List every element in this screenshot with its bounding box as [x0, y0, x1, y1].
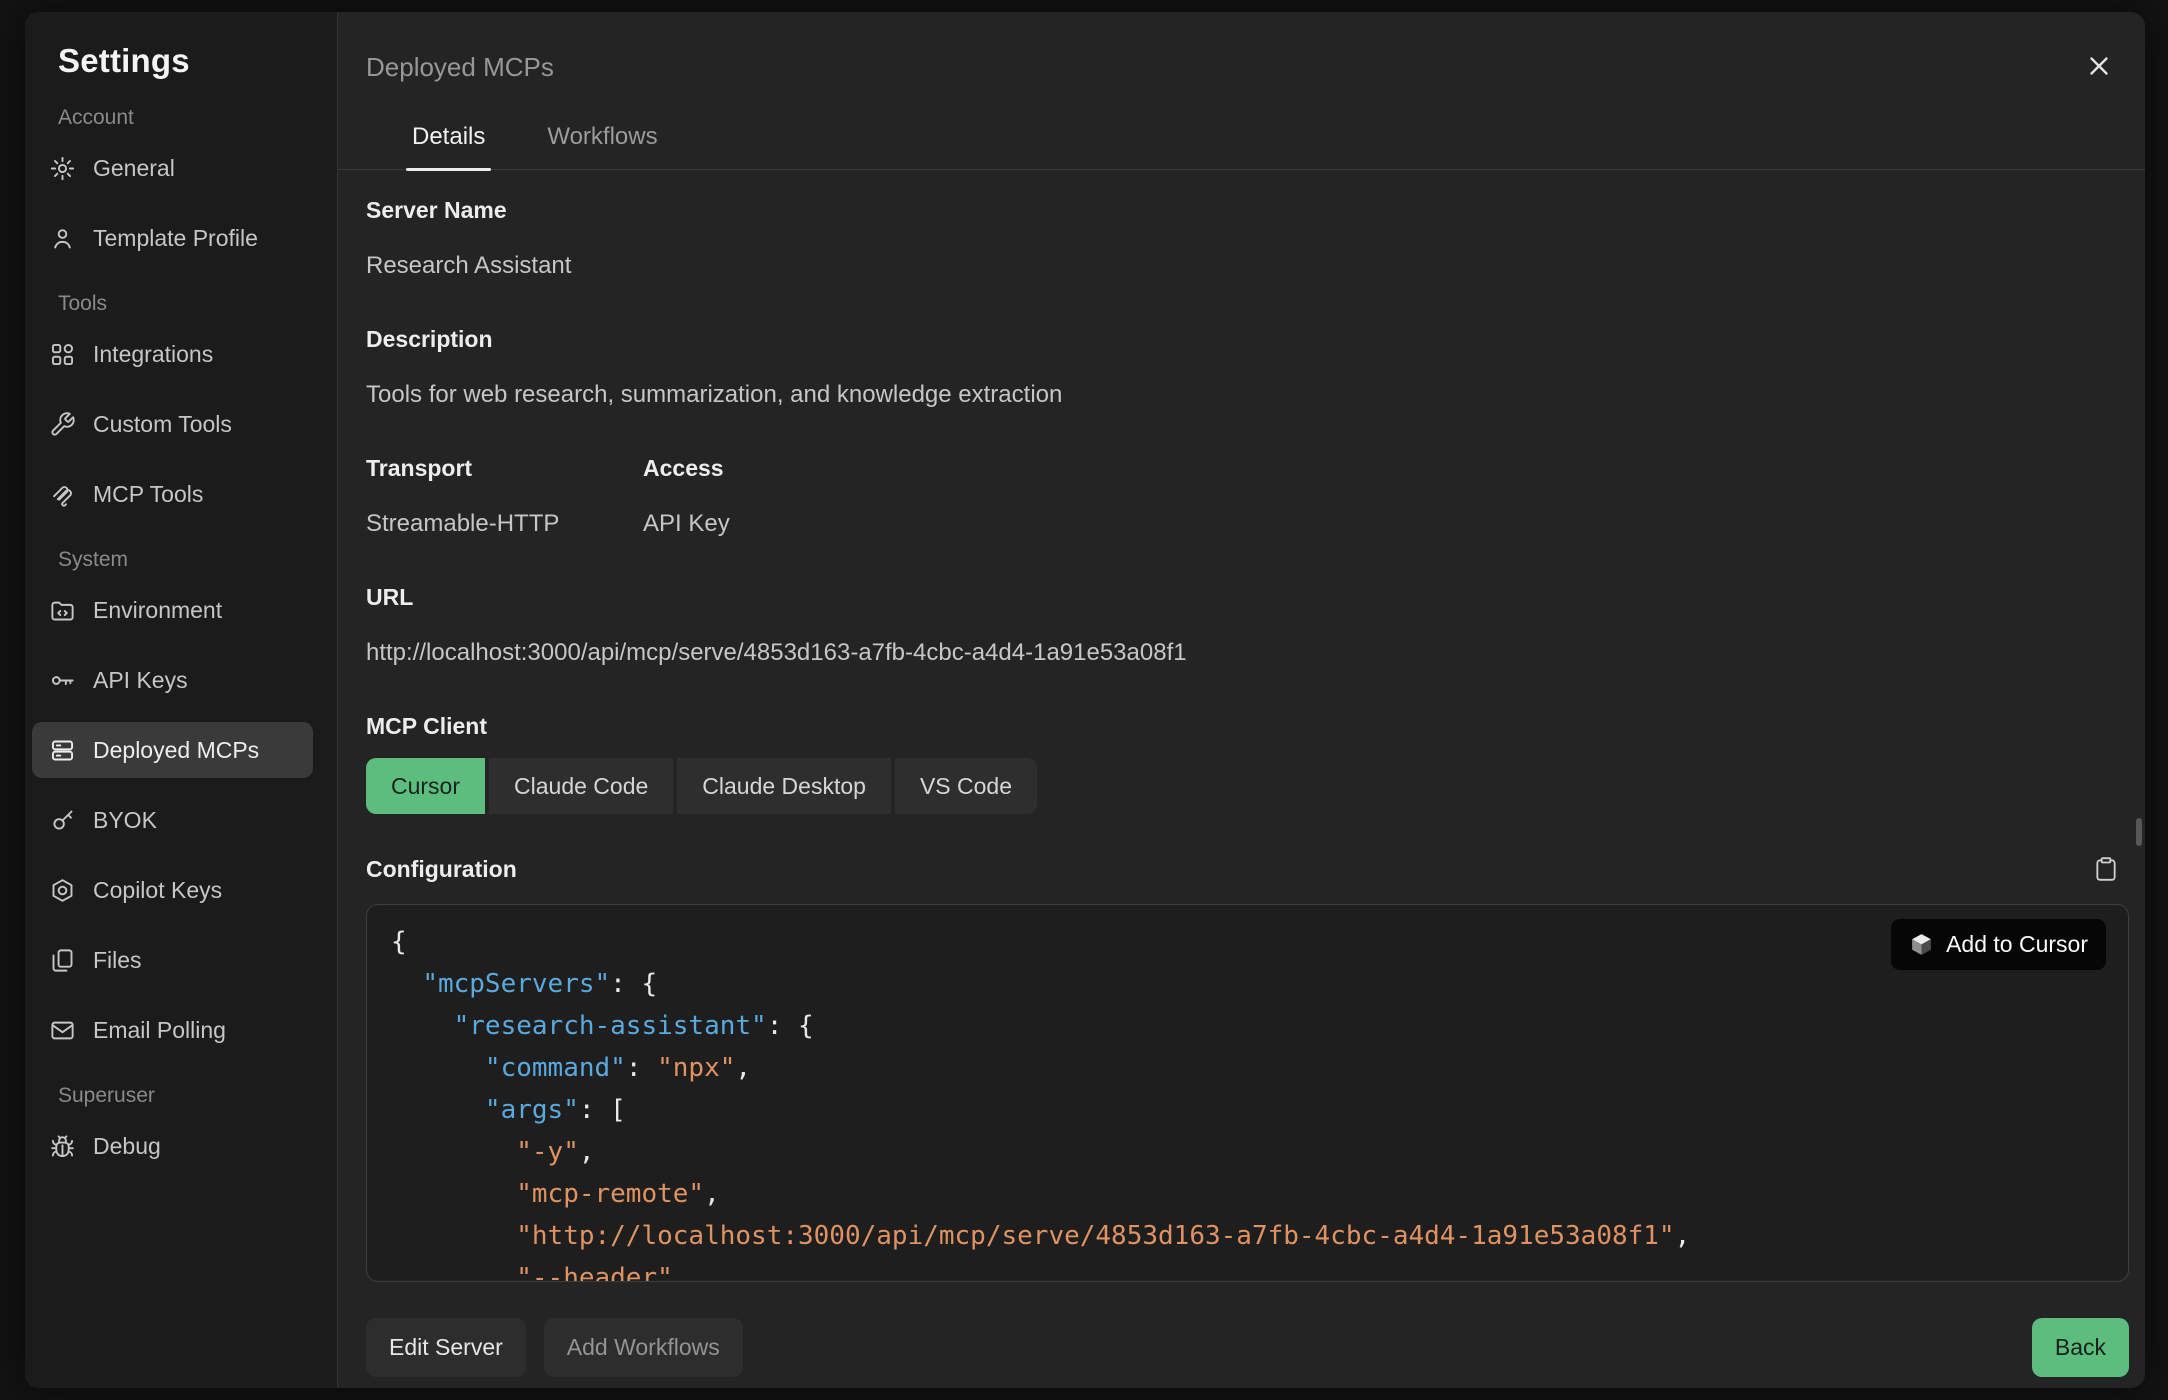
- client-button-claude-desktop[interactable]: Claude Desktop: [677, 758, 891, 814]
- access-label: Access: [643, 454, 730, 482]
- sidebar-item-general[interactable]: General: [32, 140, 313, 196]
- sidebar-item-mcp-tools[interactable]: MCP Tools: [32, 466, 313, 522]
- sidebar-item-label: Copilot Keys: [93, 877, 222, 904]
- sidebar-item-label: Email Polling: [93, 1017, 226, 1044]
- add-to-cursor-label: Add to Cursor: [1946, 931, 2088, 958]
- tab-bar: Details Workflows: [338, 123, 2145, 170]
- sidebar-item-email-polling[interactable]: Email Polling: [32, 1002, 313, 1058]
- access-value: API Key: [643, 510, 730, 538]
- user-icon: [49, 225, 76, 252]
- footer-actions: Edit Server Add Workflows Back: [366, 1318, 2129, 1377]
- sidebar-item-deployed-mcps[interactable]: Deployed MCPs: [32, 722, 313, 778]
- details-content: Server Name Research Assistant Descripti…: [366, 196, 2129, 1377]
- configuration-row: Configuration: [366, 852, 2129, 886]
- sidebar-section-label-superuser: Superuser: [58, 1084, 313, 1108]
- sidebar-item-label: BYOK: [93, 807, 157, 834]
- transport-access-row: Transport Streamable-HTTP Access API Key: [366, 454, 2129, 583]
- client-button-cursor[interactable]: Cursor: [366, 758, 485, 814]
- sidebar-section-label-system: System: [58, 548, 313, 572]
- transport-value: Streamable-HTTP: [366, 510, 643, 538]
- code-line: "command": "npx",: [391, 1047, 2104, 1089]
- mcp-client-label: MCP Client: [366, 712, 2129, 740]
- configuration-code-block[interactable]: { "mcpServers": { "research-assistant": …: [366, 904, 2129, 1282]
- close-button[interactable]: [2079, 46, 2119, 86]
- sidebar-item-label: Custom Tools: [93, 411, 232, 438]
- url-value: http://localhost:3000/api/mcp/serve/4853…: [366, 639, 2129, 667]
- sidebar-item-label: API Keys: [93, 667, 188, 694]
- copy-config-button[interactable]: [2089, 852, 2123, 886]
- mail-icon: [49, 1017, 76, 1044]
- code-line: "mcp-remote",: [391, 1173, 2104, 1215]
- sidebar-item-files[interactable]: Files: [32, 932, 313, 988]
- edit-server-button[interactable]: Edit Server: [366, 1318, 526, 1377]
- description-value: Tools for web research, summarization, a…: [366, 381, 2129, 409]
- sidebar-sections: Account General Template Profile Tools Integ…: [32, 106, 313, 1174]
- sidebar-item-debug[interactable]: Debug: [32, 1118, 313, 1174]
- key-diagonal-icon: [49, 807, 76, 834]
- transport-column: Transport Streamable-HTTP: [366, 454, 643, 583]
- tab-details[interactable]: Details: [406, 123, 491, 169]
- transport-label: Transport: [366, 454, 643, 482]
- sidebar-item-copilot-keys[interactable]: Copilot Keys: [32, 862, 313, 918]
- hexagon-nut-icon: [49, 877, 76, 904]
- key-icon: [49, 667, 76, 694]
- code-line: "--header": [391, 1257, 2104, 1282]
- settings-modal: Settings Account General Template Profile T…: [25, 12, 2145, 1388]
- sidebar-item-label: Template Profile: [93, 225, 258, 252]
- deployed-mcps-panel: Deployed MCPs Details Workflows Server Na…: [338, 12, 2145, 1388]
- sidebar-item-custom-tools[interactable]: Custom Tools: [32, 396, 313, 452]
- sidebar-item-label: Files: [93, 947, 142, 974]
- sidebar-item-byok[interactable]: BYOK: [32, 792, 313, 848]
- gear-icon: [49, 155, 76, 182]
- server-name-value: Research Assistant: [366, 252, 2129, 280]
- server-icon: [49, 737, 76, 764]
- wrench-icon: [49, 411, 76, 438]
- client-button-claude-code[interactable]: Claude Code: [489, 758, 673, 814]
- add-workflows-button[interactable]: Add Workflows: [544, 1318, 743, 1377]
- sidebar-item-label: Environment: [93, 597, 222, 624]
- folder-code-icon: [49, 597, 76, 624]
- code-line: "-y",: [391, 1131, 2104, 1173]
- back-button[interactable]: Back: [2032, 1318, 2129, 1377]
- sidebar-item-label: Debug: [93, 1133, 161, 1160]
- url-label: URL: [366, 583, 2129, 611]
- code-lines: { "mcpServers": { "research-assistant": …: [391, 921, 2104, 1282]
- sidebar-item-label: General: [93, 155, 175, 182]
- sidebar-section-label-tools: Tools: [58, 292, 313, 316]
- blocks-icon: [49, 341, 76, 368]
- sidebar-item-environment[interactable]: Environment: [32, 582, 313, 638]
- sidebar-item-label: MCP Tools: [93, 481, 203, 508]
- code-line: "mcpServers": {: [391, 963, 2104, 1005]
- code-line: "research-assistant": {: [391, 1005, 2104, 1047]
- sidebar-section-label-account: Account: [58, 106, 313, 130]
- add-to-cursor-button[interactable]: Add to Cursor: [1891, 919, 2106, 970]
- bug-icon: [49, 1133, 76, 1160]
- sidebar-item-api-keys[interactable]: API Keys: [32, 652, 313, 708]
- description-label: Description: [366, 325, 2129, 353]
- sidebar-item-label: Deployed MCPs: [93, 737, 259, 764]
- code-line: {: [391, 921, 2104, 963]
- panel-title: Deployed MCPs: [366, 52, 2129, 83]
- access-column: Access API Key: [643, 454, 730, 583]
- configuration-label: Configuration: [366, 855, 517, 883]
- close-icon: [2084, 51, 2114, 81]
- sidebar-item-integrations[interactable]: Integrations: [32, 326, 313, 382]
- client-button-vs-code[interactable]: VS Code: [895, 758, 1037, 814]
- mcp-icon: [49, 481, 76, 508]
- mcp-client-group: CursorClaude CodeClaude DesktopVS Code: [366, 758, 1037, 814]
- server-name-label: Server Name: [366, 196, 2129, 224]
- clipboard-icon: [2093, 856, 2119, 882]
- cursor-cube-icon: [1909, 932, 1934, 957]
- sidebar-item-label: Integrations: [93, 341, 213, 368]
- code-line: "http://localhost:3000/api/mcp/serve/485…: [391, 1215, 2104, 1257]
- sidebar-item-template-profile[interactable]: Template Profile: [32, 210, 313, 266]
- settings-sidebar: Settings Account General Template Profile T…: [25, 12, 338, 1388]
- settings-title: Settings: [58, 42, 313, 80]
- code-line: "args": [: [391, 1089, 2104, 1131]
- files-icon: [49, 947, 76, 974]
- tab-workflows[interactable]: Workflows: [541, 123, 663, 169]
- scrollbar-thumb[interactable]: [2136, 818, 2142, 846]
